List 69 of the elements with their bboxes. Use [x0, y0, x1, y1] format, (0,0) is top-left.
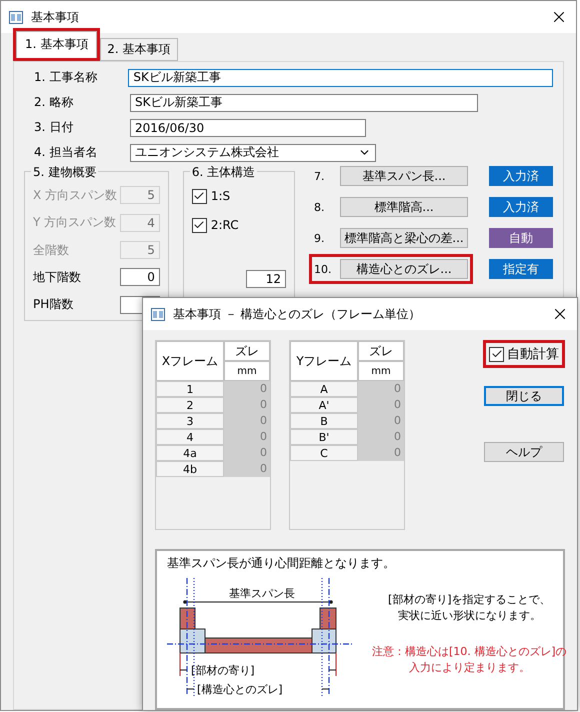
- status-badge: 指定有: [489, 259, 553, 279]
- item-number: 7.: [314, 170, 326, 182]
- column-header: Xフレーム: [156, 341, 224, 381]
- frame-cell: 3: [156, 413, 224, 429]
- window-title: 基本事項: [31, 8, 80, 26]
- checkbox-label: 1:S: [210, 189, 230, 203]
- checkbox[interactable]: [192, 188, 207, 204]
- input-field[interactable]: 2016/06/30: [130, 118, 366, 136]
- check-icon: [193, 219, 206, 231]
- field-label: 地下階数: [33, 268, 81, 286]
- checkbox-label: 自動計算: [507, 346, 559, 363]
- status-badge: 入力済: [489, 166, 553, 186]
- item-number: 10.: [314, 262, 332, 276]
- settings-button[interactable]: 標準階高...: [340, 197, 468, 217]
- frame-cell: 4b: [156, 461, 224, 477]
- frame-cell: B: [290, 413, 358, 429]
- status-badge: 入力済: [489, 197, 553, 217]
- frame-cell: 4: [156, 429, 224, 445]
- number-field[interactable]: 0: [120, 268, 160, 286]
- item-number: 8.: [314, 200, 326, 214]
- field-label: 1. 工事名称: [33, 69, 98, 86]
- checkbox-label: 2:RC: [210, 218, 239, 232]
- item-number: 9.: [314, 232, 326, 244]
- settings-button[interactable]: 基準スパン長...: [340, 166, 468, 186]
- tab[interactable]: 2. 基本事項: [100, 38, 178, 61]
- field-label: X 方向スパン数: [33, 186, 118, 204]
- checkbox[interactable]: [192, 218, 207, 232]
- warning-note: 注意：構造心は[10. 構造心とのズレ]の 入力により定まります。: [372, 644, 567, 676]
- field-label: 3. 日付: [33, 119, 74, 136]
- window-icon: [151, 308, 165, 320]
- shift-label: [構造心とのズレ]: [197, 682, 283, 697]
- info-note: [部材の寄り]を指定することで、 実状に近い形状になります。: [386, 592, 552, 624]
- field-label: PH階数: [33, 296, 74, 314]
- column-header: ズレ: [358, 341, 404, 361]
- unit-header: mm: [358, 361, 404, 381]
- frame-cell: B': [290, 429, 358, 445]
- frame-cell: A': [290, 397, 358, 413]
- info-heading: 基準スパン長が通り心間距離となります。: [167, 554, 396, 572]
- frame-cell: C: [290, 445, 358, 461]
- settings-button[interactable]: 構造心とのズレ...: [340, 259, 468, 279]
- span-label: 基準スパン長: [229, 586, 295, 601]
- status-badge: 自動: [489, 228, 553, 248]
- settings-button[interactable]: 標準階高と梁心の差...: [340, 228, 468, 248]
- field-label: 4. 担当者名: [33, 144, 98, 161]
- column-header: Yフレーム: [290, 341, 358, 381]
- check-icon: [193, 190, 206, 202]
- dialog-title: 基本事項 － 構造心とのズレ（フレーム単位）: [173, 306, 422, 322]
- group-title: 6. 主体構造: [190, 164, 258, 181]
- dialog-button[interactable]: ヘルプ: [484, 442, 564, 462]
- frame-cell: 1: [156, 381, 224, 397]
- frame-cell: A: [290, 381, 358, 397]
- dropdown[interactable]: ユニオンシステム株式会社: [130, 144, 376, 162]
- field-label: 2. 略称: [33, 94, 74, 111]
- tab[interactable]: 1. 基本事項: [16, 31, 98, 58]
- window-icon: [9, 10, 23, 24]
- field-label: 全階数: [33, 242, 69, 259]
- offset-label: [部材の寄り]: [191, 662, 255, 678]
- unit-header: mm: [224, 361, 270, 381]
- field-label: Y 方向スパン数: [33, 214, 116, 232]
- checkbox[interactable]: [489, 346, 504, 362]
- frame-cell: 4a: [156, 445, 224, 461]
- input-field[interactable]: SKビル新築工事: [130, 94, 478, 112]
- group-title: 5. 建物概要: [31, 164, 98, 181]
- number-field[interactable]: 12: [246, 270, 286, 288]
- input-field[interactable]: SKビル新築工事: [128, 68, 553, 86]
- check-icon: [490, 348, 502, 360]
- column-header: ズレ: [224, 341, 270, 361]
- dialog-button[interactable]: 閉じる: [484, 386, 564, 406]
- frame-cell: 2: [156, 397, 224, 413]
